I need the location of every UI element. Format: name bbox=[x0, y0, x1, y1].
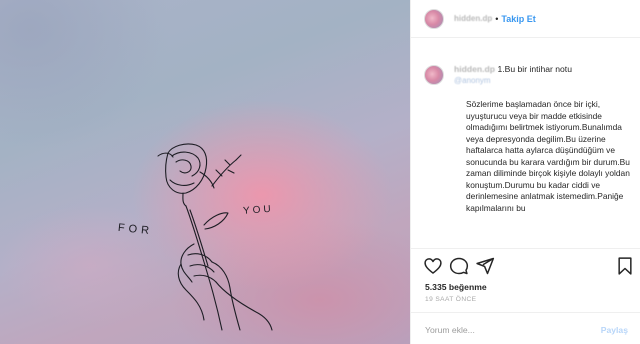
caption-tag[interactable]: @anonym bbox=[454, 76, 491, 85]
caption-body-scroll[interactable]: Sözlerime başlamadan önce bir içki, uyuş… bbox=[466, 99, 638, 247]
comment-input[interactable]: Yorum ekle... bbox=[425, 325, 475, 335]
divider bbox=[411, 248, 640, 249]
divider bbox=[411, 312, 640, 313]
comment-icon[interactable] bbox=[449, 256, 469, 276]
header-separator: • bbox=[495, 13, 499, 24]
caption-username[interactable]: hidden.dp bbox=[454, 64, 495, 74]
heart-icon[interactable] bbox=[423, 256, 443, 276]
bookmark-icon[interactable] bbox=[615, 256, 635, 276]
caption-avatar[interactable] bbox=[424, 65, 444, 85]
image-text-for: FOR bbox=[117, 222, 153, 238]
share-icon[interactable] bbox=[475, 256, 495, 276]
avatar[interactable] bbox=[424, 8, 444, 29]
instagram-post: FOR YOU hidden.dp • Takip Et hidden.dp 1… bbox=[0, 0, 640, 344]
post-timestamp[interactable]: 19 SAAT ÖNCE bbox=[425, 296, 476, 303]
image-text-you: YOU bbox=[243, 204, 274, 217]
post-header: hidden.dp • Takip Et bbox=[411, 0, 640, 38]
caption: hidden.dp 1.Bu bir intihar notu @anonym … bbox=[424, 64, 630, 213]
post-sidebar: hidden.dp • Takip Et hidden.dp 1.Bu bir … bbox=[410, 0, 640, 344]
header-username[interactable]: hidden.dp bbox=[454, 14, 492, 23]
caption-title: 1.Bu bir intihar notu bbox=[497, 64, 572, 74]
rose-drawing: FOR YOU bbox=[117, 143, 274, 331]
like-count[interactable]: 5.335 beğenme bbox=[425, 282, 487, 292]
caption-body: Sözlerime başlamadan önce bir içki, uyuş… bbox=[466, 99, 630, 213]
action-bar bbox=[423, 256, 635, 276]
post-comment-button[interactable]: Paylaş bbox=[601, 325, 628, 335]
follow-button[interactable]: Takip Et bbox=[501, 14, 535, 24]
post-image[interactable]: FOR YOU bbox=[0, 0, 410, 344]
